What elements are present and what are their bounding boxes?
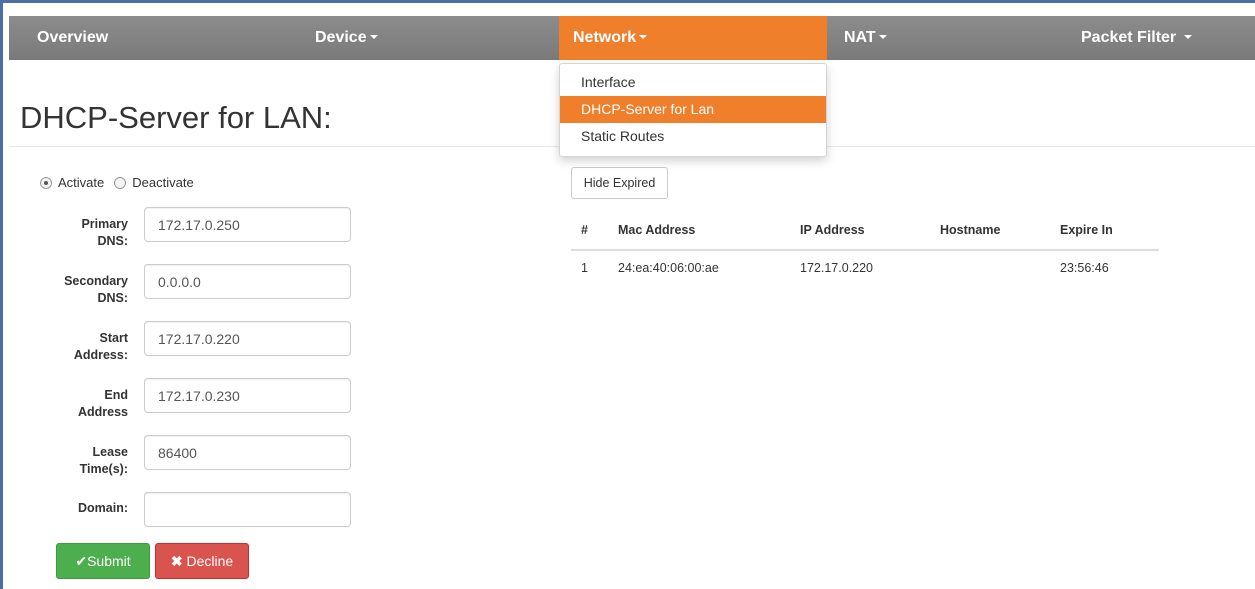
nav-overview-label: Overview xyxy=(37,29,109,46)
nav-overview[interactable]: Overview xyxy=(23,16,122,60)
secondary-dns-label-line1: Secondary xyxy=(64,274,128,288)
lease-cell-index: 1 xyxy=(581,261,588,275)
submit-button[interactable]: ✔Submit xyxy=(56,543,150,579)
nav-network-label: Network xyxy=(573,29,637,46)
col-header-ip: IP Address xyxy=(800,223,865,237)
close-icon: ✖ xyxy=(170,553,183,569)
menu-item-static-routes[interactable]: Static Routes xyxy=(560,123,826,150)
secondary-dns-label: Secondary DNS: xyxy=(48,273,128,307)
decline-label: Decline xyxy=(186,553,234,569)
table-header-divider xyxy=(571,249,1159,251)
nav-device-label: Device xyxy=(315,29,367,46)
lease-time-input[interactable] xyxy=(144,435,351,470)
primary-dns-label: Primary DNS: xyxy=(48,216,128,250)
caret-down-icon xyxy=(878,34,887,39)
hide-expired-button[interactable]: Hide Expired xyxy=(571,167,668,199)
col-header-hostname: Hostname xyxy=(940,223,1001,237)
start-address-label: Start Address: xyxy=(48,330,128,364)
deactivate-label: Deactivate xyxy=(132,175,194,190)
col-header-index: # xyxy=(581,223,588,237)
page-title: DHCP-Server for LAN: xyxy=(20,100,332,135)
domain-input[interactable] xyxy=(144,492,351,527)
secondary-dns-input[interactable] xyxy=(144,264,351,299)
lease-cell-mac: 24:ea:40:06:00:ae xyxy=(618,261,719,275)
nav-packet-filter[interactable]: Packet Filter xyxy=(1067,16,1206,60)
end-address-label-line2: Address xyxy=(77,405,128,419)
caret-down-icon xyxy=(1183,34,1192,39)
start-address-input[interactable] xyxy=(144,321,351,356)
nav-nat-label: NAT xyxy=(844,29,876,46)
col-header-mac: Mac Address xyxy=(618,223,696,237)
network-dropdown-menu: Interface DHCP-Server for Lan Static Rou… xyxy=(559,63,827,157)
activate-radio[interactable] xyxy=(40,176,52,189)
start-address-label-line2: Address: xyxy=(73,348,128,362)
submit-label: Submit xyxy=(87,553,131,569)
top-navbar: Overview Device Network NAT Packet Filte… xyxy=(9,16,1255,60)
lease-cell-expire: 23:56:46 xyxy=(1060,261,1109,275)
nav-nat[interactable]: NAT xyxy=(830,16,901,60)
caret-down-icon xyxy=(639,34,648,39)
decline-button[interactable]: ✖ Decline xyxy=(155,543,249,579)
nav-device[interactable]: Device xyxy=(301,16,392,60)
menu-item-dhcp-server[interactable]: DHCP-Server for Lan xyxy=(560,96,826,123)
menu-item-interface[interactable]: Interface xyxy=(560,69,826,96)
primary-dns-label-line1: Primary xyxy=(81,217,128,231)
end-address-label-line1: End xyxy=(104,388,128,402)
nav-packet-filter-label: Packet Filter xyxy=(1081,29,1177,46)
domain-label: Domain: xyxy=(78,501,128,515)
col-header-expire: Expire In xyxy=(1060,223,1113,237)
nav-network[interactable]: Network xyxy=(559,16,827,60)
secondary-dns-label-line2: DNS: xyxy=(97,291,128,305)
caret-down-icon xyxy=(369,34,378,39)
lease-time-label: Lease Time(s): xyxy=(48,444,128,478)
end-address-input[interactable] xyxy=(144,378,351,413)
primary-dns-label-line2: DNS: xyxy=(97,234,128,248)
primary-dns-input[interactable] xyxy=(144,207,351,242)
end-address-label: End Address xyxy=(48,387,128,421)
deactivate-radio[interactable] xyxy=(114,176,127,189)
lease-cell-ip: 172.17.0.220 xyxy=(800,261,873,275)
activation-radio-group: Activate Deactivate xyxy=(40,175,204,190)
window-frame-top xyxy=(0,0,1255,3)
activate-label: Activate xyxy=(58,175,105,190)
lease-time-label-line1: Lease xyxy=(92,445,128,459)
lease-time-label-line2: Time(s): xyxy=(79,462,128,476)
start-address-label-line1: Start xyxy=(99,331,128,345)
checkmark-icon: ✔ xyxy=(75,553,88,569)
window-frame-left xyxy=(0,0,3,589)
